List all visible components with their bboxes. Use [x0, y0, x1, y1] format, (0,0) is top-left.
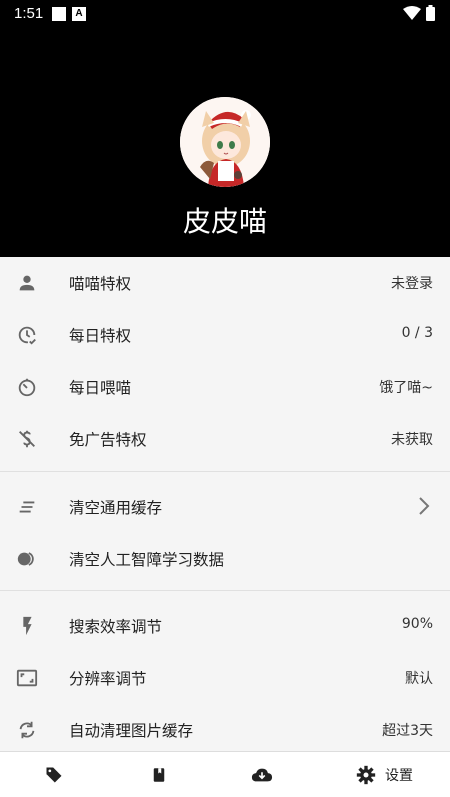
- aspect-ratio-icon: [16, 669, 38, 687]
- menu-item-value: 饿了喵~: [379, 380, 433, 396]
- chevron-right-icon: [419, 497, 430, 515]
- menu-item-clear-cache[interactable]: 清空通用缓存: [0, 481, 450, 533]
- status-bar: 1:51 A: [0, 0, 450, 28]
- person-icon: [19, 275, 35, 291]
- avatar[interactable]: [180, 97, 270, 187]
- menu-item-daily-feed[interactable]: 每日喂喵 饿了喵~: [0, 361, 450, 413]
- notification-letter-icon: A: [72, 7, 86, 21]
- menu-item-auto-clean-images[interactable]: 自动清理图片缓存 超过3天: [0, 704, 450, 756]
- menu-item-miao-privilege[interactable]: 喵喵特权 未登录: [0, 257, 450, 309]
- money-off-icon: [19, 430, 35, 448]
- avatar-illustration: [180, 97, 270, 187]
- section-divider: [0, 471, 450, 472]
- menu-item-label: 搜索效率调节: [69, 618, 163, 636]
- section-divider: [0, 590, 450, 591]
- notification-square-icon: [52, 7, 66, 21]
- toggle-icon: [17, 552, 34, 566]
- menu-item-label: 每日喂喵: [69, 379, 132, 397]
- menu-item-clear-ai-data[interactable]: 清空人工智障学习数据: [0, 533, 450, 585]
- settings-tab-label[interactable]: 设置: [385, 765, 413, 785]
- menu-item-value: 未获取: [391, 432, 433, 448]
- menu-item-value: 默认: [405, 671, 433, 687]
- wifi-icon: [403, 6, 421, 20]
- gear-icon[interactable]: [356, 764, 376, 786]
- bottom-navigation: 设置: [0, 751, 450, 797]
- menu-item-label: 自动清理图片缓存: [69, 722, 194, 740]
- menu-item-ad-free[interactable]: 免广告特权 未获取: [0, 413, 450, 465]
- timer-icon: [18, 378, 36, 397]
- menu-item-value: 超过3天: [382, 723, 433, 739]
- menu-item-resolution[interactable]: 分辨率调节 默认: [0, 652, 450, 704]
- book-icon[interactable]: [150, 764, 168, 786]
- clear-all-icon: [19, 501, 35, 513]
- menu-item-label: 清空人工智障学习数据: [69, 551, 225, 569]
- username: 皮皮喵: [182, 205, 267, 238]
- menu-item-value: 0 / 3: [401, 325, 433, 341]
- menu-item-search-efficiency[interactable]: 搜索效率调节 90%: [0, 600, 450, 652]
- menu-item-label: 免广告特权: [69, 431, 147, 449]
- cloud-download-icon[interactable]: [251, 764, 273, 786]
- sync-icon: [19, 721, 35, 739]
- battery-icon: [426, 5, 435, 21]
- menu-item-value: 90%: [401, 616, 433, 632]
- clock-check-icon: [18, 326, 36, 345]
- profile-header: 皮皮喵: [0, 28, 450, 257]
- flash-icon: [23, 616, 32, 636]
- menu-item-label: 分辨率调节: [69, 670, 147, 688]
- status-time: 1:51: [14, 5, 44, 22]
- menu-item-label: 每日特权: [69, 327, 132, 345]
- menu-item-value: 未登录: [391, 276, 433, 292]
- menu-item-label: 清空通用缓存: [69, 499, 163, 517]
- menu-item-label: 喵喵特权: [69, 275, 132, 293]
- settings-list: 喵喵特权 未登录 每日特权 0 / 3 每日喂喵 饿了喵~ 免广告特权 未获取: [0, 257, 450, 751]
- menu-item-daily-privilege[interactable]: 每日特权 0 / 3: [0, 309, 450, 361]
- tag-icon[interactable]: [44, 764, 64, 786]
